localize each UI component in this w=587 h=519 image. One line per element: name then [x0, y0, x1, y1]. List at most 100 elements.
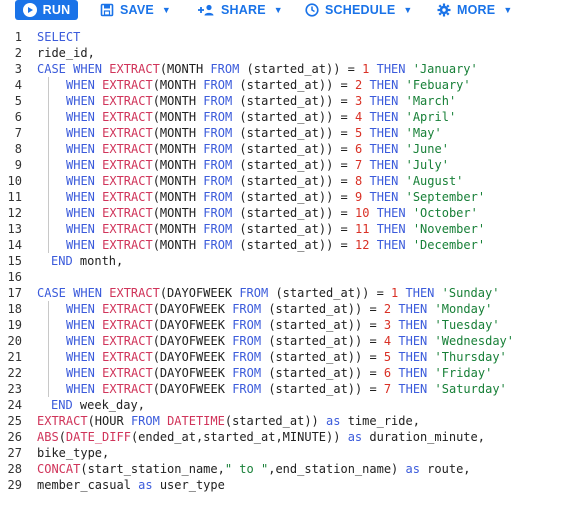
code-line[interactable]: 13 WHEN EXTRACT(MONTH FROM (started_at)) … — [0, 221, 537, 237]
code-line[interactable]: 23 WHEN EXTRACT(DAYOFWEEK FROM (started_a… — [0, 381, 537, 397]
code-line[interactable]: 25 EXTRACT(HOUR FROM DATETIME(started_at)… — [0, 413, 537, 429]
code-token: EXTRACT — [109, 286, 160, 300]
line-number: 1 — [14, 30, 22, 44]
share-button[interactable]: SHARE ▼ — [197, 0, 283, 20]
code-line[interactable]: 6 WHEN EXTRACT(MONTH FROM (started_at)) =… — [0, 109, 537, 125]
code-line[interactable]: 21 WHEN EXTRACT(DAYOFWEEK FROM (started_a… — [0, 349, 537, 365]
code-line[interactable]: 27 bike_type, — [0, 445, 537, 461]
code-token: DATE_DIFF — [65, 430, 131, 444]
code-token: WHEN — [66, 350, 103, 364]
code-token: (started_at)) = — [232, 142, 356, 156]
code-token: (MONTH — [152, 174, 204, 188]
code-token: END — [51, 398, 73, 412]
code-line[interactable]: 26 ABS(DATE_DIFF(ended_at,started_at,MINU… — [0, 429, 537, 445]
chevron-down-icon: ▼ — [503, 5, 513, 15]
line-number: 15 — [7, 254, 22, 268]
code-token: 'April' — [405, 110, 457, 124]
code-text: END month, — [51, 253, 123, 269]
code-token: (DAYOFWEEK — [152, 350, 233, 364]
code-token: (started_at)) = — [261, 302, 384, 316]
code-token: 12 — [355, 238, 370, 252]
code-line[interactable]: 29 member_casual as user_type — [0, 477, 537, 493]
schedule-button[interactable]: SCHEDULE ▼ — [305, 0, 412, 20]
code-line[interactable]: 4 WHEN EXTRACT(MONTH FROM (started_at)) =… — [0, 77, 537, 93]
indent-guide — [48, 333, 49, 349]
indent-guide — [48, 109, 49, 125]
code-text: WHEN EXTRACT(MONTH FROM (started_at)) = … — [66, 77, 471, 93]
code-token: 'June' — [405, 142, 449, 156]
code-line[interactable]: 16 — [0, 269, 537, 285]
code-token: EXTRACT — [102, 158, 153, 172]
code-line[interactable]: 18 WHEN EXTRACT(DAYOFWEEK FROM (started_a… — [0, 301, 537, 317]
run-button[interactable]: RUN — [15, 0, 78, 20]
code-token: THEN — [391, 382, 435, 396]
code-token: (MONTH — [152, 78, 204, 92]
indent-guide — [48, 349, 49, 365]
code-text: WHEN EXTRACT(DAYOFWEEK FROM (started_at)… — [66, 317, 500, 333]
line-number: 23 — [7, 382, 22, 396]
code-token: " to " — [224, 462, 269, 476]
code-line[interactable]: 7 WHEN EXTRACT(MONTH FROM (started_at)) =… — [0, 125, 537, 141]
code-token: EXTRACT — [102, 302, 153, 316]
code-token: 10 — [355, 206, 370, 220]
code-line[interactable]: 5 WHEN EXTRACT(MONTH FROM (started_at)) =… — [0, 93, 537, 109]
code-line[interactable]: 2 ride_id, — [0, 45, 537, 61]
code-token: FROM — [203, 142, 233, 156]
play-icon — [22, 3, 37, 17]
chevron-down-icon: ▼ — [273, 5, 283, 15]
line-number: 16 — [7, 270, 22, 284]
code-line[interactable]: 15 END month, — [0, 253, 537, 269]
code-text: WHEN EXTRACT(MONTH FROM (started_at)) = … — [66, 205, 478, 221]
indent-guide — [48, 173, 49, 189]
code-token: EXTRACT — [102, 110, 153, 124]
code-token: (DAYOFWEEK — [152, 334, 233, 348]
gear-icon — [437, 3, 451, 17]
code-line[interactable]: 9 WHEN EXTRACT(MONTH FROM (started_at)) =… — [0, 157, 537, 173]
code-line[interactable]: 3 CASE WHEN EXTRACT(MONTH FROM (started_a… — [0, 61, 537, 77]
code-token: 'March' — [405, 94, 457, 108]
code-text: ABS(DATE_DIFF(ended_at,started_at,MINUTE… — [37, 429, 485, 445]
code-text: WHEN EXTRACT(DAYOFWEEK FROM (started_at)… — [66, 349, 507, 365]
sql-code-editor[interactable]: 1 SELECT 2 ride_id, 3 CASE WHEN EXTRACT(MONTH… — [0, 26, 537, 501]
code-token: (MONTH — [152, 126, 204, 140]
line-number: 4 — [14, 78, 22, 92]
code-line[interactable]: 19 WHEN EXTRACT(DAYOFWEEK FROM (started_a… — [0, 317, 537, 333]
code-token: THEN — [391, 318, 435, 332]
code-line[interactable]: 12 WHEN EXTRACT(MONTH FROM (started_at)) … — [0, 205, 537, 221]
code-line[interactable]: 22 WHEN EXTRACT(DAYOFWEEK FROM (started_a… — [0, 365, 537, 381]
code-line[interactable]: 10 WHEN EXTRACT(MONTH FROM (started_at)) … — [0, 173, 537, 189]
code-token: FROM — [203, 222, 233, 236]
code-token: FROM — [232, 350, 262, 364]
code-line[interactable]: 8 WHEN EXTRACT(MONTH FROM (started_at)) =… — [0, 141, 537, 157]
code-token: month, — [72, 254, 124, 268]
code-line[interactable]: 24 END week_day, — [0, 397, 537, 413]
code-token: 'Sunday' — [441, 286, 500, 300]
code-token: THEN — [391, 366, 435, 380]
code-token: 'Thursday' — [434, 350, 507, 364]
code-line[interactable]: 28 CONCAT(start_station_name," to ",end_s… — [0, 461, 537, 477]
code-line[interactable]: 11 WHEN EXTRACT(MONTH FROM (started_at)) … — [0, 189, 537, 205]
code-token: (MONTH — [152, 222, 204, 236]
code-line[interactable]: 20 WHEN EXTRACT(DAYOFWEEK FROM (started_a… — [0, 333, 537, 349]
save-button[interactable]: SAVE ▼ — [100, 0, 171, 20]
code-token: (started_at)) = — [232, 94, 356, 108]
code-token: THEN — [362, 158, 406, 172]
line-number: 27 — [7, 446, 22, 460]
code-text: WHEN EXTRACT(DAYOFWEEK FROM (started_at)… — [66, 333, 514, 349]
code-line[interactable]: 17 CASE WHEN EXTRACT(DAYOFWEEK FROM (star… — [0, 285, 537, 301]
code-text: WHEN EXTRACT(MONTH FROM (started_at)) = … — [66, 93, 456, 109]
code-text: WHEN EXTRACT(DAYOFWEEK FROM (started_at)… — [66, 381, 507, 397]
code-token: WHEN — [66, 366, 103, 380]
code-token: (started_at)) = — [232, 190, 356, 204]
code-line[interactable]: 14 WHEN EXTRACT(MONTH FROM (started_at)) … — [0, 237, 537, 253]
code-token: EXTRACT — [102, 366, 153, 380]
code-text: CONCAT(start_station_name," to ",end_sta… — [37, 461, 471, 477]
code-token: WHEN — [66, 334, 103, 348]
code-token: EXTRACT — [109, 62, 160, 76]
code-token: (start_station_name, — [80, 462, 225, 476]
code-token: THEN — [362, 126, 406, 140]
code-token: THEN — [391, 302, 435, 316]
code-line[interactable]: 1 SELECT — [0, 29, 537, 45]
more-button[interactable]: MORE ▼ — [437, 0, 512, 20]
code-token: 'Friday' — [434, 366, 493, 380]
